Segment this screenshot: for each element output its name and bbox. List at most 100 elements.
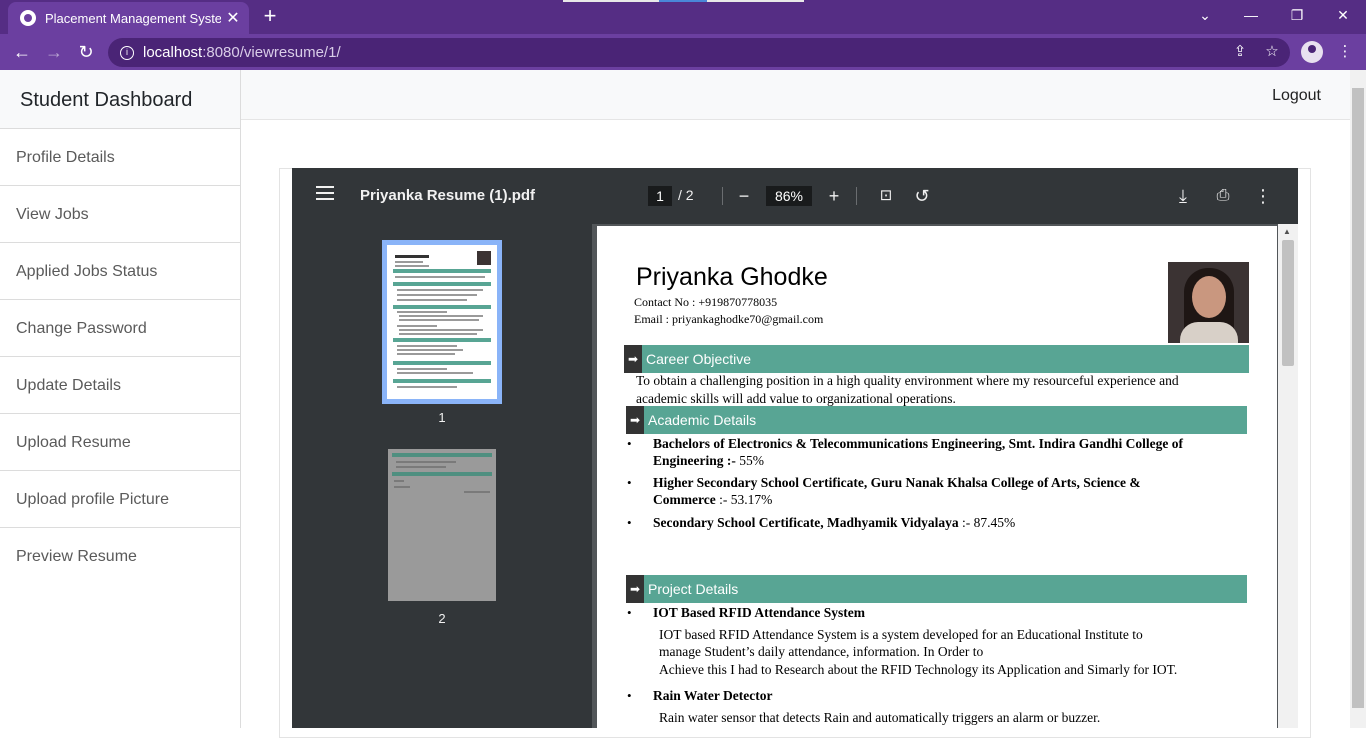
fit-page-icon[interactable]: ⊡ bbox=[874, 184, 898, 208]
back-arrow-icon[interactable]: ← bbox=[8, 38, 36, 66]
objective-text-line: To obtain a challenging position in a hi… bbox=[636, 373, 1179, 388]
arrow-right-icon: ➡ bbox=[624, 345, 642, 373]
browser-tab[interactable]: Placement Management System ✕ bbox=[8, 2, 249, 34]
thumbnail-preview bbox=[387, 245, 497, 399]
chevron-down-icon[interactable]: ⌄ bbox=[1182, 0, 1228, 32]
sidebar: Student Dashboard Profile Details View J… bbox=[0, 70, 241, 728]
new-tab-button[interactable]: + bbox=[258, 4, 282, 28]
hamburger-menu-icon[interactable] bbox=[316, 186, 334, 200]
page: Student Dashboard Profile Details View J… bbox=[0, 70, 1366, 738]
academic-degree-cont: Commerce bbox=[653, 492, 716, 507]
globe-icon bbox=[20, 10, 36, 26]
window-strip-end bbox=[707, 0, 804, 2]
pdf-viewer: Priyanka Resume (1).pdf 1 / 2 − 86% + ⊡ … bbox=[292, 168, 1298, 728]
zoom-input[interactable]: 86% bbox=[766, 186, 812, 206]
resume-contact: Contact No : +919870778035 bbox=[634, 295, 778, 309]
toolbar-divider bbox=[856, 187, 857, 205]
window-strip bbox=[563, 0, 659, 2]
tab-close-button[interactable]: ✕ bbox=[221, 8, 245, 28]
url-path: :8080/viewresume/1/ bbox=[202, 44, 341, 61]
arrow-right-icon: ➡ bbox=[626, 575, 644, 603]
thumbnail-label-2: 2 bbox=[438, 611, 446, 626]
sidebar-item-applied-jobs-status[interactable]: Applied Jobs Status bbox=[0, 243, 240, 300]
academic-item: Secondary School Certificate, Madhyamik … bbox=[653, 514, 1213, 531]
forward-arrow-icon[interactable]: → bbox=[40, 38, 68, 66]
page-thumbnail-2[interactable] bbox=[388, 449, 496, 601]
toolbar-divider bbox=[722, 187, 723, 205]
academic-degree: Secondary School Certificate, Madhyamik … bbox=[653, 515, 959, 530]
page-total: / 2 bbox=[678, 187, 694, 203]
section-title: Career Objective bbox=[646, 351, 752, 367]
scroll-up-icon[interactable]: ▲ bbox=[1283, 227, 1291, 236]
address-bar[interactable]: i localhost:8080/viewresume/1/ bbox=[108, 38, 1290, 67]
resume-name: Priyanka Ghodke bbox=[636, 263, 828, 291]
page-scrollbar[interactable] bbox=[1350, 70, 1366, 728]
project-title-text: Rain Water Detector bbox=[653, 688, 773, 703]
section-career-objective: ➡ Career Objective bbox=[624, 345, 1249, 373]
more-options-icon[interactable]: ⋮ bbox=[1251, 184, 1275, 208]
bullet: • bbox=[627, 436, 632, 451]
info-icon[interactable]: i bbox=[120, 45, 134, 60]
resume-page: Priyanka Ghodke Contact No : +9198707780… bbox=[597, 226, 1277, 728]
tab-title: Placement Management System bbox=[45, 10, 221, 26]
download-icon[interactable]: ⤓ bbox=[1171, 184, 1195, 208]
print-icon[interactable]: ⎙ bbox=[1211, 184, 1235, 208]
browser-tab-bar: Placement Management System ✕ + ⌄ — ❐ ✕ bbox=[0, 0, 1366, 34]
zoom-in-icon[interactable]: + bbox=[822, 184, 846, 208]
pdf-file-name: Priyanka Resume (1).pdf bbox=[360, 187, 536, 204]
academic-degree: Bachelors of Electronics & Telecommunica… bbox=[653, 436, 1184, 451]
pdf-toolbar: Priyanka Resume (1).pdf 1 / 2 − 86% + ⊡ … bbox=[292, 168, 1298, 224]
project-title: IOT Based RFID Attendance System bbox=[653, 604, 1213, 621]
sidebar-item-update-details[interactable]: Update Details bbox=[0, 357, 240, 414]
academic-score: :- 53.17% bbox=[715, 492, 773, 507]
academic-score: 55% bbox=[735, 453, 764, 468]
sidebar-item-upload-profile-picture[interactable]: Upload profile Picture bbox=[0, 471, 240, 528]
share-icon[interactable]: ⇪ bbox=[1228, 38, 1252, 66]
section-academic-details: ➡ Academic Details bbox=[626, 406, 1247, 434]
academic-item: Bachelors of Electronics & Telecommunica… bbox=[653, 435, 1213, 469]
academic-degree: Higher Secondary School Certificate, Gur… bbox=[653, 475, 1141, 490]
page-thumbnail-1[interactable] bbox=[382, 240, 502, 404]
project-title-text: IOT Based RFID Attendance System bbox=[653, 605, 866, 620]
bullet: • bbox=[627, 475, 632, 490]
academic-item: Higher Secondary School Certificate, Gur… bbox=[653, 474, 1213, 508]
kebab-menu-icon[interactable]: ⋮ bbox=[1333, 38, 1357, 66]
sidebar-item-change-password[interactable]: Change Password bbox=[0, 300, 240, 357]
project-desc-line: IOT based RFID Attendance System is a sy… bbox=[659, 627, 1143, 642]
thumbnail-label-1: 1 bbox=[438, 410, 446, 425]
star-icon[interactable]: ☆ bbox=[1260, 38, 1284, 66]
reload-icon[interactable]: ↻ bbox=[72, 38, 100, 66]
academic-degree-cont: Engineering :- bbox=[653, 453, 736, 468]
window-strip-accent bbox=[659, 0, 707, 2]
project-desc-line: Rain water sensor that detects Rain and … bbox=[659, 710, 1101, 725]
pdf-document-area[interactable]: Priyanka Ghodke Contact No : +9198707780… bbox=[592, 224, 1298, 728]
resume-email: Email : priyankaghodke70@gmail.com bbox=[634, 312, 824, 326]
sidebar-title: Student Dashboard bbox=[0, 70, 240, 129]
page-scroll-thumb[interactable] bbox=[1352, 88, 1364, 708]
profile-avatar-icon[interactable] bbox=[1301, 41, 1323, 63]
section-title: Project Details bbox=[648, 581, 739, 597]
sidebar-item-upload-resume[interactable]: Upload Resume bbox=[0, 414, 240, 471]
bullet: • bbox=[627, 688, 632, 703]
minimize-button[interactable]: — bbox=[1228, 0, 1274, 32]
restore-button[interactable]: ❐ bbox=[1274, 0, 1320, 32]
section-project-details: ➡ Project Details bbox=[626, 575, 1247, 603]
pdf-scrollbar[interactable]: ▲ bbox=[1278, 224, 1298, 728]
project-desc-line: manage Student’s daily attendance, infor… bbox=[659, 644, 984, 659]
sidebar-item-profile-details[interactable]: Profile Details bbox=[0, 129, 240, 186]
browser-toolbar: ← → ↻ i localhost:8080/viewresume/1/ ⇪ ☆… bbox=[0, 34, 1366, 70]
logout-link[interactable]: Logout bbox=[1272, 87, 1321, 105]
pdf-scroll-thumb[interactable] bbox=[1282, 240, 1294, 366]
sidebar-item-preview-resume[interactable]: Preview Resume bbox=[0, 528, 240, 585]
arrow-right-icon: ➡ bbox=[626, 406, 644, 434]
top-navbar: Logout bbox=[241, 70, 1350, 120]
zoom-out-icon[interactable]: − bbox=[732, 184, 756, 208]
sidebar-item-view-jobs[interactable]: View Jobs bbox=[0, 186, 240, 243]
profile-photo bbox=[1168, 262, 1249, 343]
bullet: • bbox=[627, 515, 632, 530]
rotate-icon[interactable]: ↺ bbox=[910, 184, 934, 208]
url-host: localhost bbox=[143, 44, 203, 61]
section-title: Academic Details bbox=[648, 412, 757, 428]
close-window-button[interactable]: ✕ bbox=[1320, 0, 1366, 32]
page-number-input[interactable]: 1 bbox=[648, 186, 672, 206]
